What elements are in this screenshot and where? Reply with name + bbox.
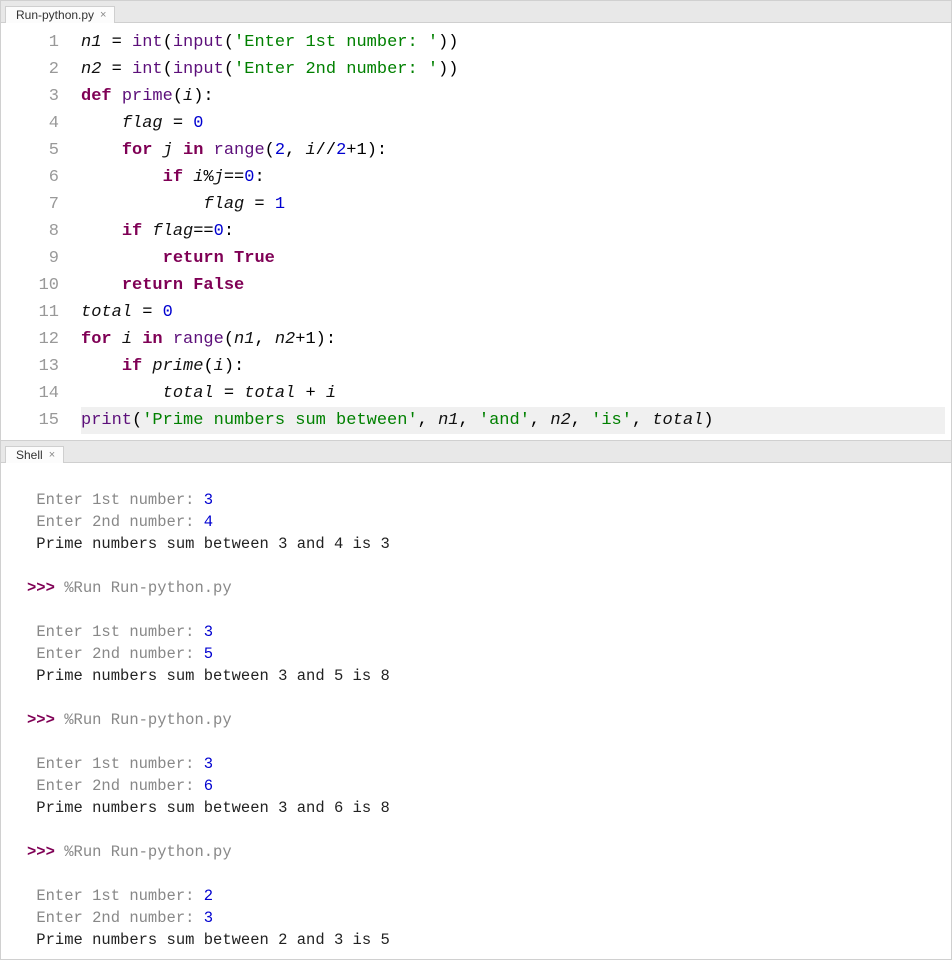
shell-tab[interactable]: Shell ×	[5, 446, 64, 463]
editor-tab[interactable]: Run-python.py ×	[5, 6, 115, 23]
line-number: 11	[1, 299, 59, 326]
close-icon[interactable]: ×	[100, 9, 106, 21]
shell-pane: Shell × Enter 1st number: 3 Enter 2nd nu…	[0, 441, 952, 960]
line-number: 1	[1, 29, 59, 56]
line-number-gutter: 1 2 3 4 5 6 7 8 9 10 11 12 13 14 15	[1, 23, 73, 440]
shell-output[interactable]: Enter 1st number: 3 Enter 2nd number: 4 …	[1, 463, 951, 959]
line-number: 9	[1, 245, 59, 272]
code-text[interactable]: n1 = int(input('Enter 1st number: '))n2 …	[73, 23, 951, 440]
line-number: 8	[1, 218, 59, 245]
editor-pane: Run-python.py × 1 2 3 4 5 6 7 8 9 10 11 …	[0, 0, 952, 441]
line-number: 4	[1, 110, 59, 137]
line-number: 7	[1, 191, 59, 218]
line-number: 3	[1, 83, 59, 110]
code-area[interactable]: 1 2 3 4 5 6 7 8 9 10 11 12 13 14 15 n1 =…	[1, 23, 951, 440]
line-number: 5	[1, 137, 59, 164]
line-number: 14	[1, 380, 59, 407]
editor-tab-label: Run-python.py	[16, 8, 94, 22]
line-number: 10	[1, 272, 59, 299]
shell-tab-label: Shell	[16, 448, 43, 462]
close-icon[interactable]: ×	[49, 449, 55, 461]
line-number: 15	[1, 407, 59, 434]
shell-tab-bar: Shell ×	[1, 441, 951, 463]
line-number: 13	[1, 353, 59, 380]
editor-tab-bar: Run-python.py ×	[1, 1, 951, 23]
line-number: 12	[1, 326, 59, 353]
line-number: 6	[1, 164, 59, 191]
line-number: 2	[1, 56, 59, 83]
